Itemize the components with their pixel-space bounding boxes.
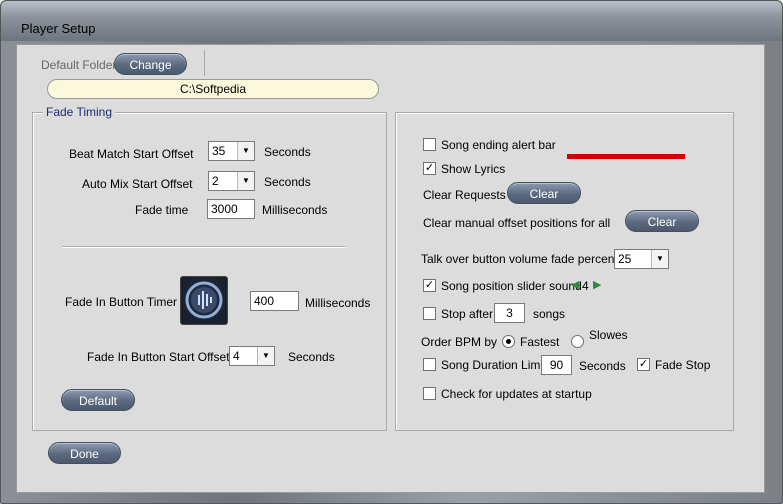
talk-over-select[interactable]: 25 ▼ [614, 249, 669, 269]
fade-timing-legend: Fade Timing [43, 105, 116, 119]
beat-match-value: 35 [212, 144, 226, 158]
fade-in-timer-input[interactable]: 400 [250, 291, 299, 311]
fastest-label: Fastest [520, 335, 560, 349]
arrow-right-icon[interactable]: ▶ [593, 278, 601, 291]
folder-path-field[interactable]: C:\Softpedia [47, 79, 379, 99]
fade-time-unit: Milliseconds [262, 203, 328, 217]
order-bpm-label: Order BPM by [421, 335, 498, 349]
stop-after-unit: songs [533, 307, 566, 321]
song-position-checkbox[interactable]: ✓ [423, 279, 436, 292]
fade-in-timer-label: Fade In Button Timer [65, 295, 178, 309]
stop-after-checkbox[interactable] [423, 307, 436, 320]
window-title: Player Setup [21, 21, 96, 36]
song-ending-checkbox[interactable] [423, 138, 436, 151]
auto-mix-label: Auto Mix Start Offset [82, 177, 193, 191]
fade-in-offset-label: Fade In Button Start Offset [87, 350, 230, 364]
beat-match-select[interactable]: 35 ▼ [208, 141, 255, 161]
fade-in-button-image[interactable] [180, 276, 228, 325]
chevron-down-icon[interactable]: ▼ [237, 142, 254, 160]
clear-requests-label: Clear Requests [423, 188, 506, 202]
check-updates-label: Check for updates at startup [441, 387, 592, 401]
song-duration-input[interactable]: 90 [541, 355, 572, 375]
show-lyrics-checkbox[interactable]: ✓ [423, 162, 436, 175]
fastest-radio[interactable] [502, 335, 515, 348]
default-folder-label: Default Folder [41, 58, 117, 72]
player-setup-window: Player Setup Default Folder Change C:\So… [0, 0, 783, 504]
title-bar: Player Setup [1, 1, 782, 41]
options-group: Song ending alert bar ✓ Show Lyrics Clea… [395, 112, 734, 431]
folder-divider [204, 50, 205, 76]
song-position-value: 4 [582, 279, 589, 293]
chevron-down-icon[interactable]: ▼ [257, 347, 274, 365]
stop-after-label: Stop after [441, 307, 494, 321]
fade-timing-group: Fade Timing Beat Match Start Offset 35 ▼… [32, 105, 387, 431]
song-duration-checkbox[interactable] [423, 358, 436, 371]
folder-path-text: C:\Softpedia [179, 82, 247, 96]
fade-in-offset-select[interactable]: 4 ▼ [229, 346, 275, 366]
fade-timing-separator [62, 246, 345, 247]
song-duration-unit: Seconds [579, 359, 626, 373]
clear-requests-button[interactable]: Clear [507, 182, 581, 204]
fade-stop-label: Fade Stop [655, 358, 711, 372]
fade-in-offset-value: 4 [233, 349, 240, 363]
slowest-label: Slowes [589, 328, 628, 342]
auto-mix-select[interactable]: 2 ▼ [208, 171, 255, 191]
fade-stop-checkbox[interactable]: ✓ [637, 358, 650, 371]
check-updates-checkbox[interactable] [423, 387, 436, 400]
change-folder-button[interactable]: Change [114, 53, 187, 75]
chevron-down-icon[interactable]: ▼ [237, 172, 254, 190]
fade-time-input[interactable]: 3000 [207, 199, 255, 219]
song-position-label: Song position slider sound [441, 279, 582, 293]
auto-mix-value: 2 [212, 174, 219, 188]
song-ending-label: Song ending alert bar [441, 138, 556, 152]
clear-manual-button[interactable]: Clear [625, 210, 699, 232]
done-button[interactable]: Done [48, 442, 121, 464]
auto-mix-unit: Seconds [264, 175, 311, 189]
alert-bar-preview [567, 154, 685, 159]
talk-over-label: Talk over button volume fade percent [421, 252, 618, 266]
dialog-client-area: Default Folder Change C:\Softpedia Fade … [16, 44, 765, 493]
chevron-down-icon[interactable]: ▼ [651, 250, 668, 268]
clear-manual-label: Clear manual offset positions for all [423, 216, 611, 230]
beat-match-label: Beat Match Start Offset [69, 147, 194, 161]
talk-over-value: 25 [618, 252, 632, 266]
slowest-radio[interactable] [571, 335, 584, 348]
beat-match-unit: Seconds [264, 145, 311, 159]
song-duration-label: Song Duration Limit [441, 358, 547, 372]
fade-in-offset-unit: Seconds [288, 350, 335, 364]
show-lyrics-label: Show Lyrics [441, 162, 506, 176]
fade-in-timer-unit: Milliseconds [305, 296, 371, 310]
waveform-icon [185, 281, 223, 319]
fade-time-label: Fade time [135, 203, 189, 217]
arrow-left-icon[interactable]: ◀ [571, 278, 579, 291]
default-button[interactable]: Default [61, 389, 135, 411]
stop-after-input[interactable]: 3 [494, 303, 525, 323]
